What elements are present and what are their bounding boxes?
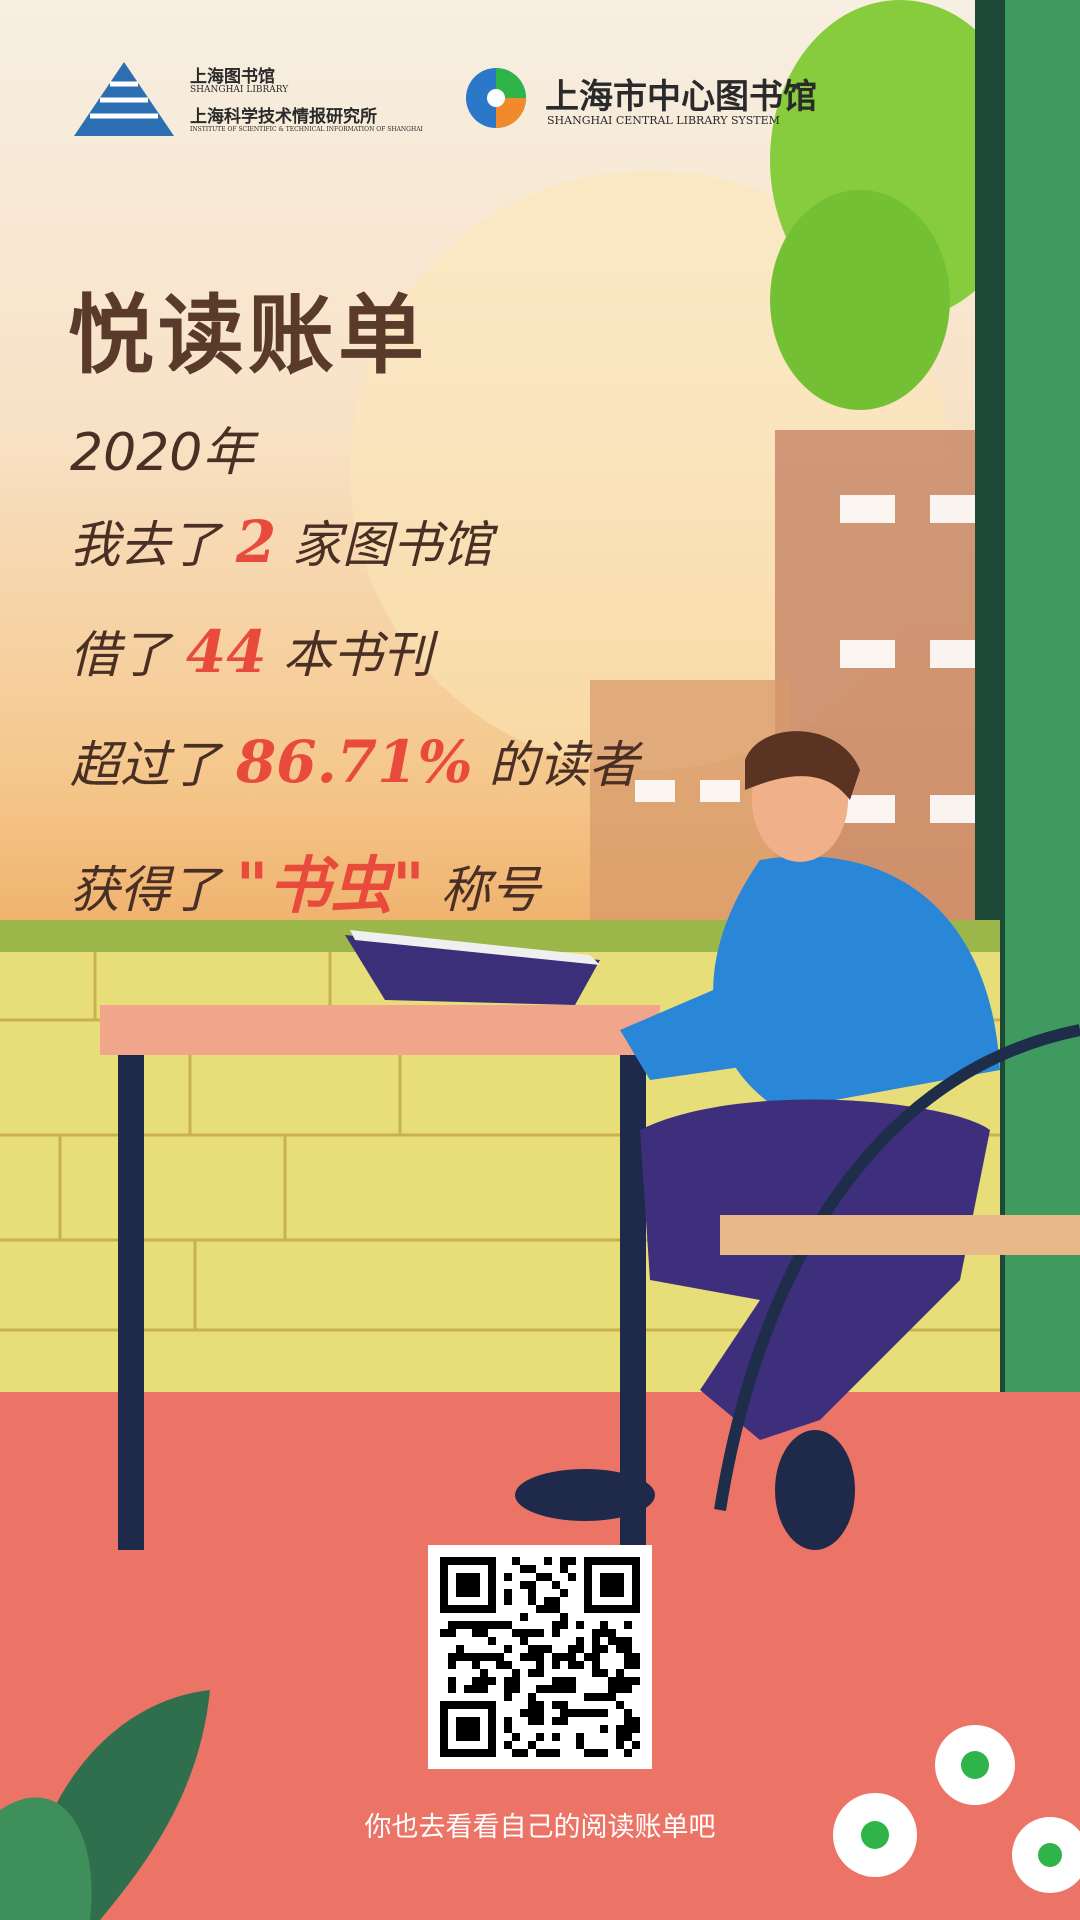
- shanghai-library-logo: 上海图书馆 SHANGHAI LIBRARY 上海科学技术情报研究所 INSTI…: [70, 60, 423, 150]
- logo-left-cn-name: 上海图书馆: [190, 67, 275, 87]
- rank-line: 超过了 86.71% 的读者: [70, 725, 639, 797]
- books-line: 借了 44 本书刊: [70, 615, 433, 687]
- libraries-suffix: 家图书馆: [292, 516, 493, 574]
- report-poster: 上海图书馆 SHANGHAI LIBRARY 上海科学技术情报研究所 INSTI…: [0, 0, 1080, 1920]
- qr-code[interactable]: [428, 1545, 652, 1769]
- central-library-logo: 上海市中心图书馆 SHANGHAI CENTRAL LIBRARY SYSTEM: [465, 65, 817, 145]
- badge-prefix: 获得了: [70, 861, 220, 919]
- rank-prefix: 超过了: [70, 736, 220, 794]
- libraries-prefix: 我去了: [70, 516, 220, 574]
- rank-percent: 86.71%: [235, 728, 473, 796]
- rank-suffix: 的读者: [488, 736, 639, 794]
- qr-code-icon: [440, 1557, 640, 1757]
- logo-left-institute-en: INSTITUTE OF SCIENTIFIC & TECHNICAL INFO…: [190, 126, 423, 133]
- books-count: 44: [185, 618, 267, 686]
- badge-title: "书虫": [235, 849, 425, 922]
- report-year: 2020年: [70, 423, 255, 483]
- logo-right-cn-name: 上海市中心图书馆: [545, 77, 817, 117]
- logo-right-en-name: SHANGHAI CENTRAL LIBRARY SYSTEM: [547, 114, 780, 127]
- swirl-logo-icon: [466, 68, 526, 128]
- pyramid-logo-icon: [74, 62, 174, 136]
- badge-suffix: 称号: [440, 861, 541, 919]
- libraries-count: 2: [235, 508, 277, 576]
- page-title: 悦读账单: [68, 286, 428, 386]
- libraries-line: 我去了 2 家图书馆: [70, 505, 492, 577]
- logo-left-institute-cn: 上海科学技术情报研究所: [190, 107, 377, 127]
- badge-line: 获得了 "书虫" 称号: [70, 835, 540, 925]
- books-prefix: 借了: [70, 626, 170, 684]
- footer-invite-text: 你也去看看自己的阅读账单吧: [364, 1812, 716, 1843]
- books-suffix: 本书刊: [282, 626, 433, 684]
- logo-left-en-name: SHANGHAI LIBRARY: [190, 85, 289, 95]
